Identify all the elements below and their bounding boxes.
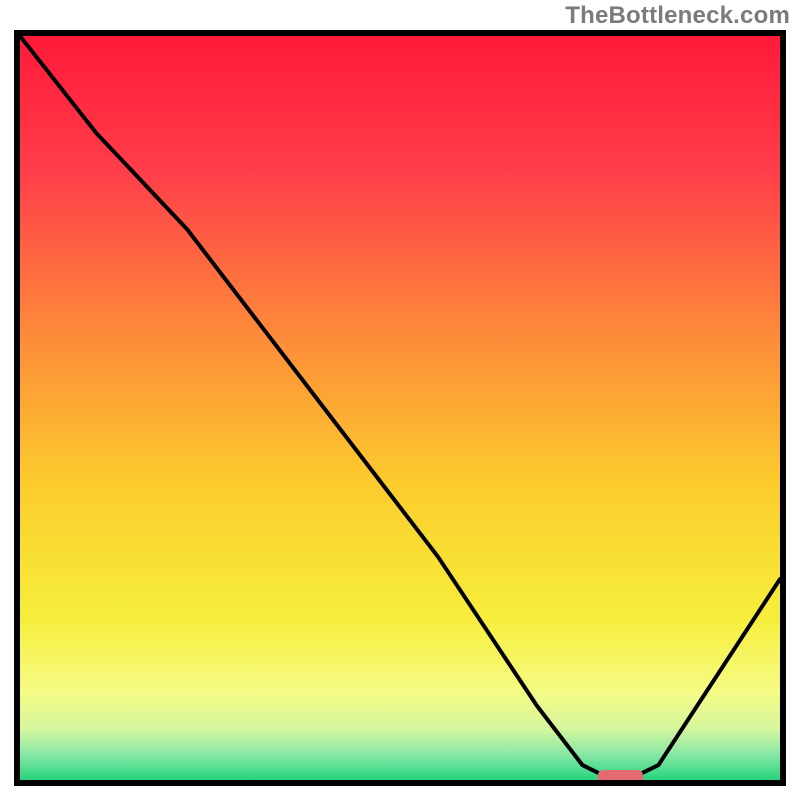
optimal-marker: [598, 770, 644, 780]
chart-plot-area: [14, 30, 786, 786]
chart-background-gradient: [20, 36, 780, 780]
watermark-text: TheBottleneck.com: [565, 2, 790, 30]
chart-svg: [20, 36, 780, 780]
